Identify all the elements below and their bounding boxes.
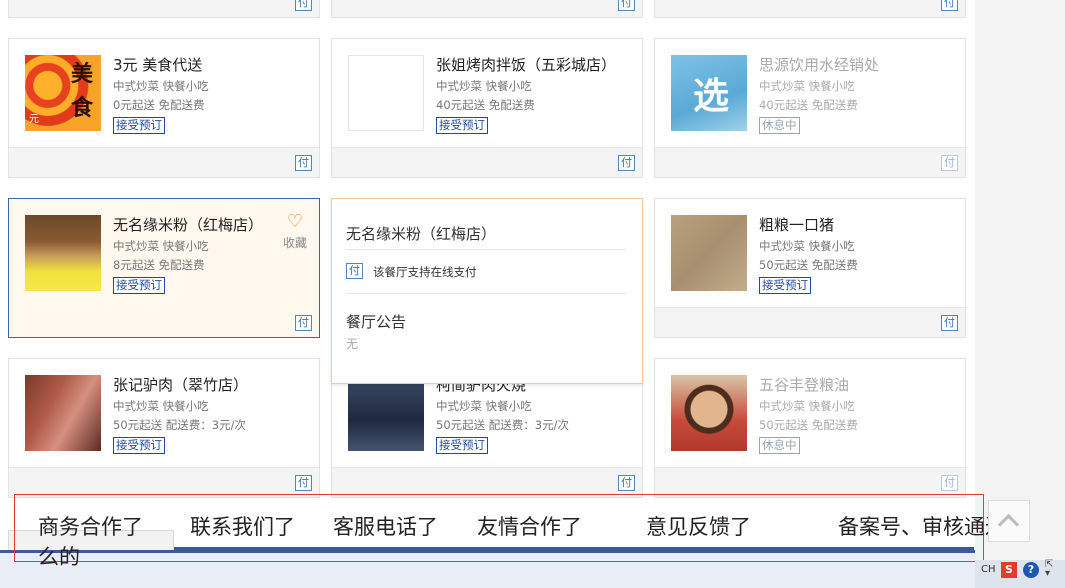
annotation-contact: 联系我们了	[190, 515, 295, 539]
card-footer	[9, 147, 319, 177]
annotation-business: 商务合作了	[38, 515, 143, 539]
annotation-business-tail: 么的	[38, 545, 80, 569]
system-tray: CH S ? ⇱ ▾	[975, 560, 1065, 588]
online-pay-icon: 付	[346, 263, 363, 279]
online-pay-icon: 付	[295, 315, 312, 331]
restaurant-name[interactable]: 思源饮用水经销处	[759, 54, 879, 75]
restaurant-thumbnail	[348, 55, 424, 131]
favorite-label: 收藏	[282, 236, 307, 250]
restaurant-name[interactable]: 无名缘米粉（红梅店）	[113, 214, 263, 235]
thumbnail-logo-small: 元	[29, 114, 39, 125]
divider	[346, 249, 626, 250]
restaurant-category: 中式炒菜 快餐小吃	[436, 79, 532, 93]
tray-expand-icon[interactable]: ⇱ ▾	[1045, 560, 1053, 579]
restaurant-name[interactable]: 粗粮一口猪	[759, 214, 834, 235]
help-icon[interactable]: ?	[1023, 562, 1039, 578]
card-footer	[655, 147, 965, 177]
restaurant-card[interactable]: 五谷丰登粮油 中式炒菜 快餐小吃 50元起送 免配送费 休息中 付	[654, 358, 966, 498]
restaurant-card[interactable]: 付	[8, 0, 320, 18]
card-footer	[655, 0, 965, 17]
card-footer	[9, 307, 319, 337]
restaurant-name[interactable]: 3元 美食代送	[113, 54, 202, 75]
online-pay-icon: 付	[941, 475, 958, 491]
restaurant-thumbnail	[348, 375, 424, 451]
status-badge: 接受预订	[113, 117, 165, 134]
status-badge: 接受预订	[436, 117, 488, 134]
delivery-info: 0元起送 免配送费	[113, 98, 205, 112]
card-footer	[332, 0, 642, 17]
restaurant-category: 中式炒菜 快餐小吃	[113, 79, 209, 93]
card-footer	[9, 0, 319, 17]
input-language-indicator[interactable]: CH	[981, 564, 996, 575]
online-pay-icon: 付	[295, 475, 312, 491]
annotation-feedback: 意见反馈了	[646, 515, 751, 539]
online-pay-icon: 付	[941, 155, 958, 171]
delivery-info: 40元起送 免配送费	[436, 98, 535, 112]
online-pay-icon: 付	[618, 0, 635, 11]
status-badge: 休息中	[759, 437, 800, 454]
restaurant-name[interactable]: 张姐烤肉拌饭（五彩城店）	[436, 54, 616, 75]
restaurant-category: 中式炒菜 快餐小吃	[759, 399, 855, 413]
delivery-info: 50元起送 免配送费	[759, 418, 858, 432]
restaurant-name[interactable]: 五谷丰登粮油	[759, 374, 849, 395]
restaurant-category: 中式炒菜 快餐小吃	[436, 399, 532, 413]
online-pay-icon: 付	[618, 475, 635, 491]
restaurant-category: 中式炒菜 快餐小吃	[113, 239, 209, 253]
delivery-info: 50元起送 配送费：3元/次	[113, 418, 246, 432]
restaurant-card[interactable]: 选 思源饮用水经销处 中式炒菜 快餐小吃 40元起送 免配送费 休息中 付	[654, 38, 966, 178]
restaurant-name[interactable]: 张记驴肉（翠竹店）	[113, 374, 248, 395]
status-badge: 休息中	[759, 117, 800, 134]
restaurant-card[interactable]: 张姐烤肉拌饭（五彩城店） 中式炒菜 快餐小吃 40元起送 免配送费 接受预订 付	[331, 38, 643, 178]
annotation-friend-links: 友情合作了	[477, 515, 582, 539]
online-pay-icon: 付	[618, 155, 635, 171]
delivery-info: 40元起送 免配送费	[759, 98, 858, 112]
divider	[346, 293, 626, 294]
notice-title: 餐厅公告	[346, 313, 407, 331]
delivery-info: 8元起送 免配送费	[113, 258, 205, 272]
status-badge: 接受预订	[113, 437, 165, 454]
status-badge: 接受预订	[759, 277, 811, 294]
restaurant-card[interactable]: 美食 元 3元 美食代送 中式炒菜 快餐小吃 0元起送 免配送费 接受预订 付	[8, 38, 320, 178]
notice-value: 无	[346, 337, 359, 351]
restaurant-category: 中式炒菜 快餐小吃	[759, 79, 855, 93]
restaurant-thumbnail	[671, 375, 747, 451]
card-footer	[655, 307, 965, 337]
card-footer	[9, 467, 319, 497]
restaurant-card[interactable]: 付	[654, 0, 966, 18]
delivery-info: 50元起送 配送费：3元/次	[436, 418, 569, 432]
restaurant-detail-popup: 无名缘米粉（红梅店） 付 该餐厅支持在线支付 餐厅公告 无	[331, 198, 643, 384]
status-badge: 接受预订	[113, 277, 165, 294]
favorite-button[interactable]: ♡ 收藏	[281, 213, 309, 251]
restaurant-card[interactable]: 付	[331, 0, 643, 18]
thumbnail-logo-text: 美食	[71, 61, 94, 121]
page: 付 付 付 美食 元 3元 美食代送 中式炒菜 快餐小吃 0元起送 免配送费 接…	[0, 0, 1065, 588]
thumbnail-logo-text: 选	[693, 76, 730, 117]
annotation-service-phone: 客服电话了	[333, 515, 438, 539]
online-pay-icon: 付	[295, 0, 312, 11]
restaurant-thumbnail	[671, 215, 747, 291]
status-badge: 接受预订	[436, 437, 488, 454]
restaurant-thumbnail: 选	[671, 55, 747, 131]
sogou-ime-icon[interactable]: S	[1001, 562, 1017, 578]
card-footer	[332, 147, 642, 177]
delivery-info: 50元起送 免配送费	[759, 258, 858, 272]
heart-icon: ♡	[286, 211, 304, 232]
online-pay-text: 该餐厅支持在线支付	[373, 265, 477, 279]
card-footer	[655, 467, 965, 497]
restaurant-thumbnail: 美食 元	[25, 55, 101, 131]
restaurant-card[interactable]: 粗粮一口猪 中式炒菜 快餐小吃 50元起送 免配送费 接受预订 付	[654, 198, 966, 338]
online-pay-icon: 付	[295, 155, 312, 171]
card-footer	[332, 467, 642, 497]
restaurant-card-hovered[interactable]: 无名缘米粉（红梅店） 中式炒菜 快餐小吃 8元起送 免配送费 接受预订 ♡ 收藏…	[8, 198, 320, 338]
restaurant-category: 中式炒菜 快餐小吃	[759, 239, 855, 253]
page-margin-right	[975, 0, 1065, 560]
online-pay-icon: 付	[941, 0, 958, 11]
back-to-top-button[interactable]	[988, 500, 1030, 542]
restaurant-category: 中式炒菜 快餐小吃	[113, 399, 209, 413]
restaurant-thumbnail	[25, 375, 101, 451]
online-pay-icon: 付	[941, 315, 958, 331]
restaurant-card[interactable]: 张记驴肉（翠竹店） 中式炒菜 快餐小吃 50元起送 配送费：3元/次 接受预订 …	[8, 358, 320, 498]
restaurant-thumbnail	[25, 215, 101, 291]
popup-title: 无名缘米粉（红梅店）	[346, 225, 497, 243]
